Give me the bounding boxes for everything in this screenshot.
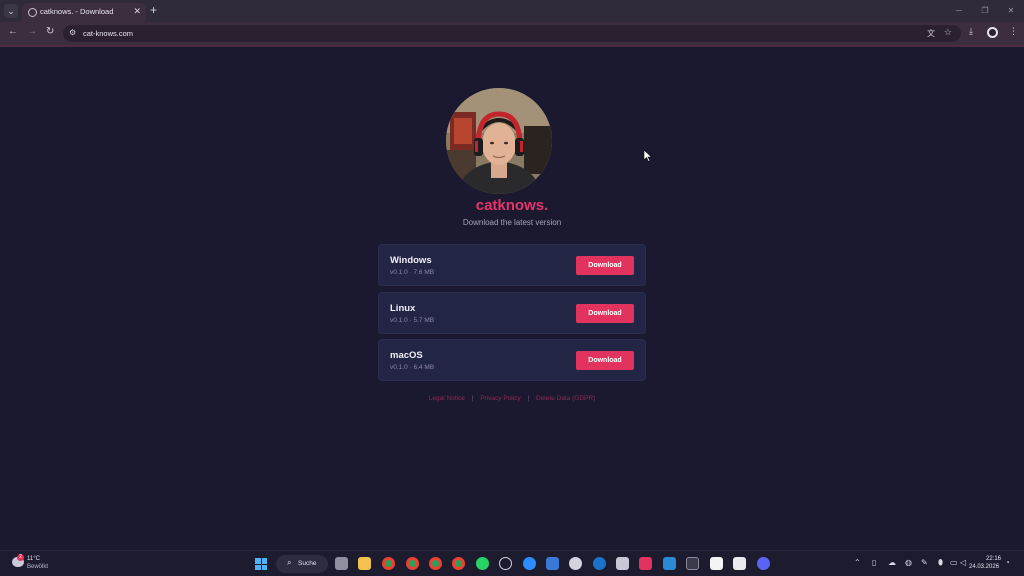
calendar-icon[interactable] <box>733 557 746 570</box>
version-size: v0.1.0 · 6.4 MB <box>390 364 435 371</box>
file-explorer-icon[interactable] <box>358 557 371 570</box>
downloads-icon[interactable]: ⤓ <box>969 26 973 37</box>
tab-search-chevron-down-icon[interactable]: ⌄ <box>4 4 18 18</box>
tray-chevron-up-icon[interactable]: ⌃ <box>854 558 861 567</box>
window-close-icon[interactable]: ✕ <box>998 0 1024 22</box>
back-arrow-icon[interactable]: ← <box>8 26 18 37</box>
footer-separator: | <box>527 395 530 402</box>
search-label: Suche <box>298 560 317 567</box>
pen-icon[interactable]: ✎ <box>921 558 928 567</box>
edge-icon[interactable] <box>593 557 606 570</box>
calculator-icon[interactable] <box>616 557 629 570</box>
search-icon: ⌕ <box>287 558 292 567</box>
openai-icon[interactable] <box>499 557 512 570</box>
weather-badge: 2 <box>17 554 24 561</box>
toolbar-divider <box>0 45 1024 47</box>
tab-close-icon[interactable]: ✕ <box>133 6 141 17</box>
chrome-work-icon[interactable] <box>429 557 442 570</box>
download-windows-button[interactable]: Download <box>576 256 634 275</box>
legal-notice-link[interactable]: Legal Notice <box>429 395 465 402</box>
browser-tab-bar: ⌄ catknows. - Download ✕ + ─ ❐ ✕ <box>0 0 1024 22</box>
clock-time[interactable]: 22:16 <box>986 556 1001 562</box>
snipping-tool-icon[interactable] <box>639 557 652 570</box>
page-subtitle: Download the latest version <box>462 218 562 227</box>
footer-links: Legal Notice | Privacy Policy | Delete D… <box>0 395 1024 402</box>
platform-name: macOS <box>390 350 423 361</box>
chrome-profile-icon[interactable] <box>406 557 419 570</box>
display-icon[interactable]: ▭ <box>950 558 958 567</box>
discord-icon[interactable] <box>757 557 770 570</box>
volume-icon[interactable]: ◁ <box>960 558 966 567</box>
windows-taskbar: 2 11°C Bewölkt ⌕ Suche ⌃ ▯ ☁ ◍ ✎ ⬮ ▭ ◁ 2… <box>0 550 1024 576</box>
settings-icon[interactable] <box>546 557 559 570</box>
forward-arrow-icon[interactable]: → <box>27 26 37 37</box>
taskbar-search[interactable]: ⌕ Suche <box>276 555 328 573</box>
usb-icon[interactable]: ▯ <box>872 558 876 567</box>
menu-dots-icon[interactable]: ⋮ <box>1009 26 1018 37</box>
brand-title: catknows. <box>475 197 549 214</box>
restore-icon[interactable]: ❐ <box>972 0 998 22</box>
new-tab-plus-icon[interactable]: + <box>150 3 157 17</box>
profile-avatar-icon[interactable] <box>987 27 998 38</box>
terminal-icon[interactable] <box>686 557 699 570</box>
address-url[interactable]: cat-knows.com <box>83 29 133 38</box>
profile-photo-image <box>446 88 552 194</box>
notification-bell-icon[interactable]: ◔ <box>1005 558 1010 567</box>
bookmark-star-icon[interactable]: ☆ <box>944 27 952 38</box>
version-size: v0.1.0 · 5.7 MB <box>390 317 435 324</box>
profile-photo <box>446 88 552 194</box>
platform-name: Linux <box>390 303 416 314</box>
network-status-icon[interactable]: ◍ <box>905 558 912 567</box>
delete-data-link[interactable]: Delete Data (GDPR) <box>536 395 595 402</box>
platform-name: Windows <box>390 255 432 266</box>
translate-icon[interactable]: 文 <box>927 28 935 39</box>
privacy-policy-link[interactable]: Privacy Policy <box>480 395 520 402</box>
microphone-icon[interactable]: ⬮ <box>938 558 943 568</box>
task-view-icon[interactable] <box>335 557 348 570</box>
vscode-icon[interactable] <box>663 557 676 570</box>
weather-temperature[interactable]: 11°C <box>27 556 40 562</box>
download-card-windows: Windows v0.1.0 · 7.6 MB Download <box>378 244 646 286</box>
notion-icon[interactable] <box>710 557 723 570</box>
footer-separator: | <box>471 395 474 402</box>
whatsapp-icon[interactable] <box>476 557 489 570</box>
download-linux-button[interactable]: Download <box>576 304 634 323</box>
tab-title: catknows. - Download <box>40 7 114 16</box>
browser-toolbar: ← → ↻ ⚙ cat-knows.com 文 ☆ ⤓ ⋮ <box>0 22 1024 45</box>
mouse-cursor-icon <box>644 150 652 162</box>
clock-date[interactable]: 24.03.2026 <box>969 564 999 570</box>
browser-tab[interactable]: catknows. - Download ✕ <box>22 3 146 22</box>
chrome-alt-icon[interactable] <box>452 557 465 570</box>
reload-icon[interactable]: ↻ <box>46 26 54 37</box>
address-bar[interactable]: ⚙ cat-knows.com 文 ☆ <box>63 25 961 42</box>
minimize-icon[interactable]: ─ <box>946 0 972 22</box>
weather-condition[interactable]: Bewölkt <box>27 564 48 570</box>
obs-icon[interactable] <box>569 557 582 570</box>
site-info-icon[interactable]: ⚙ <box>69 28 76 37</box>
download-card-linux: Linux v0.1.0 · 5.7 MB Download <box>378 292 646 334</box>
globe-icon <box>28 8 37 17</box>
onedrive-cloud-icon[interactable]: ☁ <box>888 558 896 567</box>
download-card-macos: macOS v0.1.0 · 6.4 MB Download <box>378 339 646 381</box>
download-macos-button[interactable]: Download <box>576 351 634 370</box>
zoom-icon[interactable] <box>523 557 536 570</box>
chrome-icon[interactable] <box>382 557 395 570</box>
version-size: v0.1.0 · 7.6 MB <box>390 269 435 276</box>
window-controls: ─ ❐ ✕ <box>946 0 1024 22</box>
windows-start-icon[interactable] <box>255 558 267 570</box>
